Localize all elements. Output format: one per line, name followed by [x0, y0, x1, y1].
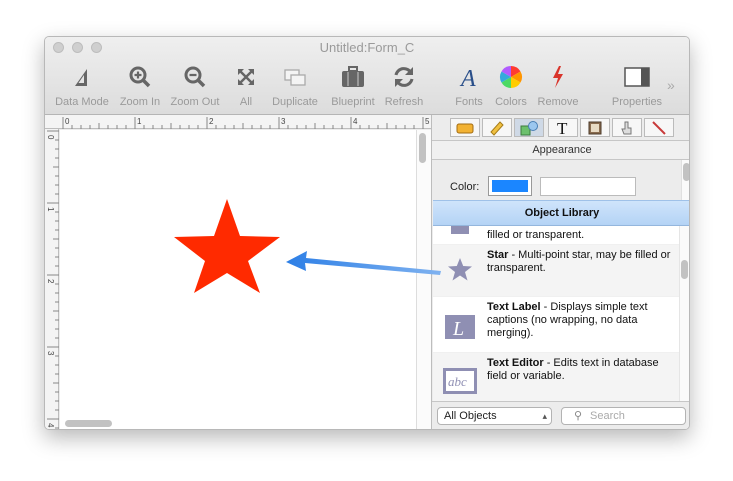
- canvas-overlay: [174, 199, 441, 293]
- annotation-arrow: [286, 251, 441, 275]
- star-shape[interactable]: [174, 199, 280, 293]
